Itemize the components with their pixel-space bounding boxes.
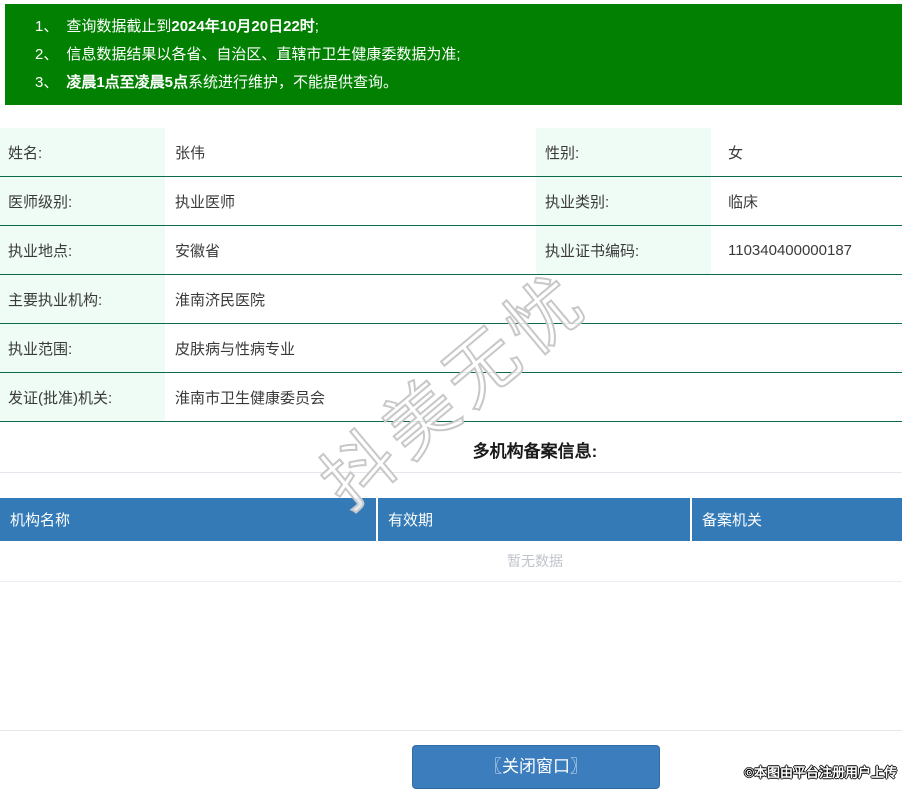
- field-label-issuing-authority: 发证(批准)机关:: [0, 373, 165, 421]
- notice-line-2: 2、 信息数据结果以各省、自治区、直辖市卫生健康委数据为准;: [35, 41, 902, 69]
- field-label-practice-type: 执业类别:: [536, 177, 711, 225]
- notice-number: 2、: [35, 46, 59, 63]
- section-divider: [0, 472, 902, 473]
- field-value-gender: 女: [728, 144, 744, 162]
- notice-text: 信息数据结果以各省、自治区、直辖市卫生健康委数据为准;: [66, 46, 461, 63]
- copyright-stamp: ©本图由平台注册用户上传: [744, 765, 897, 780]
- footer-divider: [0, 730, 902, 731]
- column-header-validity-period: 有效期: [378, 498, 692, 541]
- practitioner-info-table: 姓名: 张伟 性别: 女 医师级别: 执业医师 执业类别: 临床 执业地点: 安…: [0, 128, 902, 422]
- table-row: 发证(批准)机关: 淮南市卫生健康委员会: [0, 373, 902, 422]
- field-value-practice-place: 安徽省: [175, 242, 221, 260]
- field-value-doctor-level: 执业医师: [175, 193, 236, 211]
- field-value-practice-type: 临床: [728, 193, 759, 211]
- notice-number: 1、: [35, 18, 59, 35]
- notice-text: ;: [314, 18, 319, 35]
- field-label-main-institution: 主要执业机构:: [0, 275, 165, 323]
- filing-section-title: 多机构备案信息:: [472, 442, 598, 461]
- field-label-practice-place: 执业地点:: [0, 226, 165, 274]
- field-value-practice-scope: 皮肤病与性病专业: [175, 340, 296, 358]
- field-value-name: 张伟: [175, 144, 206, 162]
- field-label-name: 姓名:: [0, 128, 165, 176]
- notice-text: 系统进行维护，不能提供查询。: [188, 74, 399, 91]
- notice-line-1: 1、 查询数据截止到2024年10月20日22时;: [35, 13, 902, 41]
- field-label-doctor-level: 医师级别:: [0, 177, 165, 225]
- notice-banner: 1、 查询数据截止到2024年10月20日22时; 2、 信息数据结果以各省、自治区…: [5, 4, 902, 105]
- table-row: 姓名: 张伟 性别: 女: [0, 128, 902, 177]
- column-header-institution-name: 机构名称: [0, 498, 378, 541]
- field-label-practice-scope: 执业范围:: [0, 324, 165, 372]
- field-label-gender: 性别:: [536, 128, 711, 176]
- notice-text-bold: 凌晨1点至凌晨5点: [66, 74, 189, 91]
- notice-line-3: 3、 凌晨1点至凌晨5点系统进行维护，不能提供查询。: [35, 69, 902, 97]
- table-row: 执业范围: 皮肤病与性病专业: [0, 324, 902, 373]
- table-row: 医师级别: 执业医师 执业类别: 临床: [0, 177, 902, 226]
- field-value-issuing-authority: 淮南市卫生健康委员会: [175, 389, 326, 407]
- notice-text-bold: 2024年10月20日22时: [171, 18, 315, 35]
- notice-number: 3、: [35, 74, 59, 91]
- table-row: 执业地点: 安徽省 执业证书编码: 110340400000187: [0, 226, 902, 275]
- field-label-certificate-code: 执业证书编码:: [536, 226, 711, 274]
- column-header-filing-authority: 备案机关: [692, 498, 902, 541]
- field-value-main-institution: 淮南济民医院: [175, 291, 266, 309]
- notice-text: 查询数据截止到: [66, 18, 172, 35]
- filing-table-header: 机构名称 有效期 备案机关: [0, 498, 902, 541]
- empty-data-placeholder: 暂无数据: [0, 541, 902, 582]
- table-row: 主要执业机构: 淮南济民医院: [0, 275, 902, 324]
- field-value-certificate-code: 110340400000187: [728, 241, 853, 259]
- close-window-button[interactable]: 〖关闭窗口〗: [412, 745, 660, 789]
